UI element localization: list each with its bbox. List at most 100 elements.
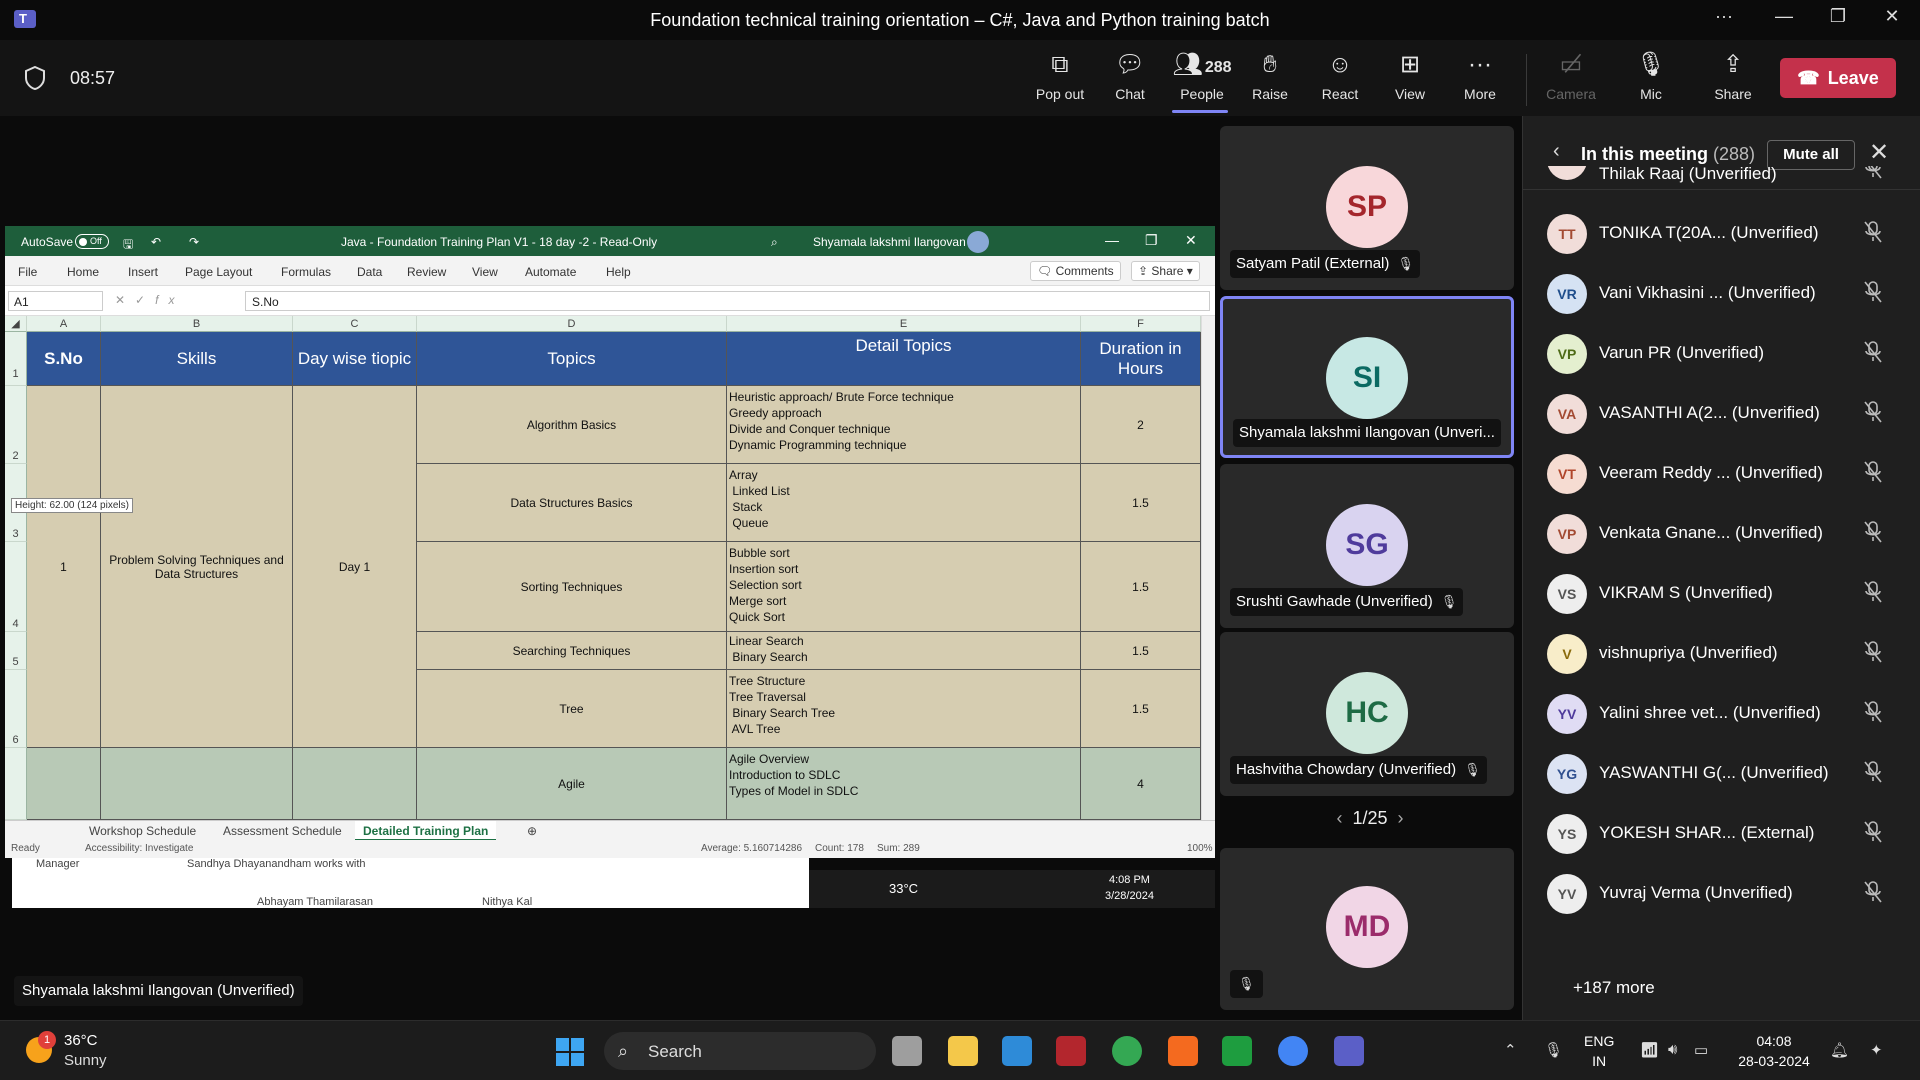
minimize-button[interactable]: — (1764, 6, 1804, 27)
participant-row[interactable]: VA VASANTHI A(2... (Unverified) (1523, 384, 1920, 444)
cell-hours[interactable]: 1.5 (1081, 632, 1201, 670)
undo-icon[interactable]: ↶ (151, 235, 161, 249)
autosave-toggle[interactable]: Off (75, 234, 109, 249)
add-sheet-icon[interactable]: ⊕ (527, 824, 537, 838)
avatar[interactable] (967, 231, 989, 253)
column-header-f[interactable]: F (1081, 316, 1201, 332)
column-header-a[interactable]: A (27, 316, 101, 332)
menu-file[interactable]: File (18, 265, 37, 279)
cell-detail[interactable]: Tree Structure Tree Traversal Binary Sea… (727, 670, 1081, 748)
mic-off-icon[interactable] (1863, 880, 1883, 904)
chrome-icon[interactable] (1112, 1036, 1142, 1066)
video-tile[interactable]: MD 🎙︎ (1220, 848, 1514, 1010)
participant-row[interactable]: VP Varun PR (Unverified) (1523, 324, 1920, 384)
camera-button[interactable]: ▭̸ Camera (1536, 50, 1606, 110)
menu-page-layout[interactable]: Page Layout (185, 265, 252, 279)
cell-detail[interactable]: Bubble sort Insertion sort Selection sor… (727, 542, 1081, 632)
participant-row[interactable]: VS VIKRAM S (Unverified) (1523, 564, 1920, 624)
menu-home[interactable]: Home (67, 265, 99, 279)
mic-off-icon[interactable] (1863, 580, 1883, 604)
maximize-icon[interactable]: ❐ (1145, 232, 1158, 249)
participant-row[interactable]: VT Veeram Reddy ... (Unverified) (1523, 444, 1920, 504)
cell-hours[interactable]: 1.5 (1081, 670, 1201, 748)
cell-day-2[interactable] (293, 748, 417, 820)
row-header-4[interactable]: 4 (5, 542, 27, 632)
leave-button[interactable]: ☎ Leave (1780, 58, 1896, 98)
mic-off-icon[interactable] (1863, 400, 1883, 424)
participant-row[interactable]: YV Yuvraj Verma (Unverified) (1523, 864, 1920, 924)
close-icon[interactable]: ✕ (1185, 232, 1197, 249)
mic-off-icon[interactable] (1863, 340, 1883, 364)
file-explorer-icon[interactable] (948, 1036, 978, 1066)
cell-topic[interactable]: Data Structures Basics (417, 464, 727, 542)
vertical-scrollbar[interactable] (1201, 316, 1215, 820)
participant-row[interactable]: TR Thilak Raaj (Unverified) (1523, 166, 1920, 190)
mic-off-icon[interactable] (1863, 520, 1883, 544)
column-header-e[interactable]: E (727, 316, 1081, 332)
more-button[interactable]: ··· More (1445, 50, 1515, 110)
participant-row[interactable]: TT TONIKA T(20A... (Unverified) (1523, 204, 1920, 264)
task-view-icon[interactable] (892, 1036, 922, 1066)
maximize-button[interactable]: ❐ (1818, 6, 1858, 27)
header-topics[interactable]: Topics (417, 332, 727, 386)
windows-start-icon[interactable] (556, 1038, 584, 1066)
search-icon[interactable]: ⌕ (771, 235, 778, 250)
taskbar-search[interactable]: ⌕ Search (604, 1032, 876, 1070)
column-header-d[interactable]: D (417, 316, 727, 332)
name-box[interactable]: A1 (8, 291, 103, 311)
cell-topic[interactable]: Sorting Techniques (417, 542, 727, 632)
video-tile[interactable]: SP Satyam Patil (External) 🎙︎ (1220, 126, 1514, 290)
mic-button[interactable]: 🎙︎ Mic (1616, 50, 1686, 110)
row-header-2[interactable]: 2 (5, 386, 27, 464)
battery-icon[interactable]: ▭ (1694, 1041, 1708, 1059)
chevron-up-icon[interactable]: ⌃ (1504, 1041, 1517, 1059)
menu-review[interactable]: Review (407, 265, 446, 279)
cell-detail[interactable]: Agile Overview Introduction to SDLC Type… (727, 748, 1081, 820)
menu-insert[interactable]: Insert (128, 265, 158, 279)
mic-off-icon[interactable] (1863, 760, 1883, 784)
excel-share-button[interactable]: ⇪ Share ▾ (1131, 261, 1200, 281)
participant-row[interactable]: Vvishnupriya (Unverified) (1523, 624, 1920, 684)
system-clock[interactable]: 04:08 28-03-2024 (1734, 1031, 1814, 1071)
cell-hours[interactable]: 1.5 (1081, 542, 1201, 632)
tab-detailed-training-plan[interactable]: Detailed Training Plan (355, 821, 497, 841)
header-sno[interactable]: S.No (27, 332, 101, 386)
menu-data[interactable]: Data (357, 265, 382, 279)
row-header-6[interactable]: 6 (5, 670, 27, 748)
close-window-button[interactable]: ✕ (1872, 6, 1912, 27)
people-button[interactable]: 👥︎ 288 People (1165, 50, 1239, 110)
share-button[interactable]: ⇪ Share (1698, 50, 1768, 110)
cell-detail[interactable]: Linear Search Binary Search (727, 632, 1081, 670)
menu-formulas[interactable]: Formulas (281, 265, 331, 279)
mic-off-icon[interactable] (1863, 220, 1883, 244)
tab-workshop-schedule[interactable]: Workshop Schedule (89, 824, 196, 838)
participant-row[interactable]: YS YOKESH SHAR... (External) (1523, 804, 1920, 864)
notification-bell-icon[interactable]: 🔔︎ (1830, 1041, 1849, 1059)
pop-out-button[interactable]: ⧉ Pop out (1025, 50, 1095, 110)
cell-topic[interactable]: Algorithm Basics (417, 386, 727, 464)
redo-icon[interactable]: ↷ (189, 235, 199, 249)
cell-sno[interactable]: 1 (27, 386, 101, 748)
chevron-left-icon[interactable]: ‹ (1553, 140, 1560, 163)
mic-off-icon[interactable] (1863, 640, 1883, 664)
mic-off-icon[interactable] (1863, 700, 1883, 724)
status-accessibility[interactable]: Accessibility: Investigate (85, 843, 193, 854)
cell-topic[interactable]: Searching Techniques (417, 632, 727, 670)
cell-day[interactable]: Day 1 (293, 386, 417, 748)
participant-row[interactable]: VR Vani Vikhasini ... (Unverified) (1523, 264, 1920, 324)
react-button[interactable]: ☺ React (1305, 50, 1375, 110)
cell-hours[interactable]: 1.5 (1081, 464, 1201, 542)
cell-skill-2[interactable] (101, 748, 293, 820)
brave-icon[interactable] (1168, 1036, 1198, 1066)
chrome-profile-icon[interactable] (1278, 1036, 1308, 1066)
comments-button[interactable]: 🗨︎ Comments (1030, 261, 1121, 281)
xbox-icon[interactable] (1222, 1036, 1252, 1066)
row-header-1[interactable]: 1 (5, 332, 27, 386)
close-icon[interactable]: ✕ (1869, 138, 1889, 167)
chevron-left-icon[interactable]: ‹ (1336, 808, 1342, 828)
menu-automate[interactable]: Automate (525, 265, 576, 279)
chevron-right-icon[interactable]: › (1398, 808, 1404, 828)
menu-view[interactable]: View (472, 265, 498, 279)
mic-off-icon[interactable] (1863, 820, 1883, 844)
minimize-icon[interactable]: — (1105, 232, 1119, 248)
